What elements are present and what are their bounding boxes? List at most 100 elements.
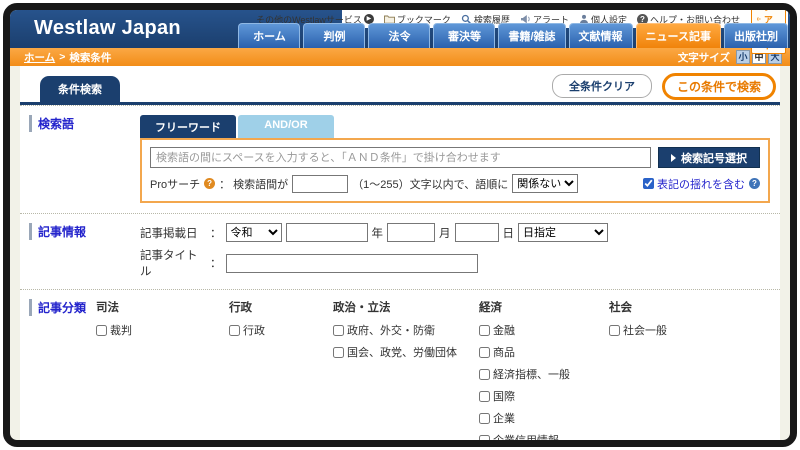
publish-date-label: 記事掲載日 [140,227,198,240]
clear-all-conditions-button[interactable]: 全条件クリア [551,74,652,98]
search-term-label: 検索語 [29,115,74,132]
content-panel: 条件検索 全条件クリア この条件で検索 検索語 フリーワード AND/OR 検索… [20,66,780,447]
category-checkbox[interactable] [333,324,344,336]
search-symbol-label: 検索記号選択 [681,152,747,165]
nav-tab-rulings[interactable]: 審決等 [433,23,496,48]
pro-search-help-icon[interactable] [204,178,216,189]
fluctuation-checkbox[interactable] [643,178,654,189]
category-item-label: 国際 [493,391,515,403]
month-suffix: 月 [439,227,451,240]
nav-tab-literature[interactable]: 文献情報 [568,23,633,48]
panel-toolbar: 条件検索 全条件クリア この条件で検索 [20,66,780,105]
nav-tab-home[interactable]: ホーム [238,23,301,48]
category-item-label: 金融 [493,325,515,337]
category-checkbox-item[interactable]: 政府、外交・防衛 [333,322,479,338]
colon: ： [210,258,222,270]
category-item-label: 政府、外交・防衛 [347,325,435,337]
era-select[interactable]: 令和 [225,223,282,242]
app-logo[interactable]: Westlaw Japan [34,17,181,40]
fluctuation-help-icon[interactable] [749,178,760,189]
year-suffix: 年 [371,227,384,240]
category-column-economy: 経済 金融 商品 経済指標、一般 国際 企業 企業信用情報 [479,299,609,447]
category-checkbox[interactable] [479,434,490,440]
category-column-society: 社会 社会一般 [609,299,729,440]
nav-tab-news-articles[interactable]: ニュース記事 [635,23,721,48]
category-column-politics: 政治・立法 政府、外交・防衛 国会、政党、労働団体 [333,299,479,440]
category-checkbox-item[interactable]: 商品 [479,344,609,360]
word-order-select[interactable]: 関係ない [512,174,579,193]
month-input[interactable] [387,223,435,242]
breadcrumb-home-link[interactable]: ホーム [24,50,55,65]
article-category-section: 記事分類 司法 裁判 行政 行政 政治・立法 政府、外交・防衛 国会、政党、労働… [20,289,780,447]
nav-tab-laws[interactable]: 法令 [368,23,431,48]
category-column-administration: 行政 行政 [229,299,333,440]
category-checkbox[interactable] [479,368,490,380]
tab-and-or[interactable]: AND/OR [238,115,334,138]
category-checkbox[interactable] [96,324,107,336]
year-input[interactable] [285,223,368,242]
colon: ： [210,227,222,240]
category-checkbox[interactable] [479,324,490,336]
category-item-label: 企業 [493,413,515,425]
day-suffix: 日 [502,227,515,240]
tab-freeword[interactable]: フリーワード [140,115,236,138]
category-checkbox-item[interactable]: 経済指標、一般 [479,366,609,382]
pro-search-tail-text: （1～255）文字以内で、語順に [352,178,509,191]
nav-tab-cases[interactable]: 判例 [303,23,366,48]
category-header: 社会 [609,302,632,314]
date-type-select[interactable]: 日指定 [518,223,608,242]
search-term-section: 検索語 フリーワード AND/OR 検索記号選択 P [20,105,780,213]
category-checkbox-item[interactable]: 国会、政党、労働団体 [333,344,479,360]
category-checkbox[interactable] [333,346,344,358]
day-input[interactable] [454,223,499,242]
article-title-label: 記事タイトル [140,250,198,278]
fluctuation-checkbox-label[interactable]: 表記の揺れを含む [643,176,745,192]
category-checkbox-item[interactable]: 金融 [479,322,609,338]
category-header: 政治・立法 [333,302,391,314]
article-title-input[interactable] [225,253,478,273]
condition-search-tab[interactable]: 条件検索 [40,76,120,102]
category-checkbox-item[interactable]: 国際 [479,388,609,404]
category-grid: 司法 裁判 行政 行政 政治・立法 政府、外交・防衛 国会、政党、労働団体 経済… [96,299,770,447]
category-checkbox-item[interactable]: 社会一般 [609,322,729,338]
font-size-small-button[interactable]: 小 [736,50,750,64]
triangle-right-icon [671,153,676,162]
article-category-label: 記事分類 [29,299,86,316]
category-header: 行政 [229,302,252,314]
category-checkbox-item[interactable]: 裁判 [96,322,229,338]
main-nav: ホーム 判例 法令 審決等 書籍/雑誌 文献情報 ニュース記事 出版社別 [238,23,788,48]
category-checkbox[interactable] [479,390,490,402]
category-item-label: 企業信用情報 [493,435,559,447]
category-item-label: 裁判 [110,325,132,337]
breadcrumb-separator: > [59,51,66,63]
article-info-section: 記事情報 記事掲載日 ： 令和 年 月 日 日指定 記事タイトル ： [20,213,780,289]
category-checkbox-item[interactable]: 行政 [229,322,333,338]
article-info-label: 記事情報 [29,223,86,240]
category-checkbox[interactable] [479,412,490,424]
category-checkbox-item[interactable]: 企業 [479,410,609,426]
section-label: 記事情報 [20,223,140,279]
section-label: 検索語 [20,115,140,203]
category-checkbox[interactable] [479,346,490,358]
search-with-conditions-button[interactable]: この条件で検索 [661,73,776,100]
category-checkbox-item[interactable]: 企業信用情報 [479,432,609,447]
category-header: 司法 [96,302,119,314]
browser-window: Westlaw Japan その他のWestlawサービス ブックマーク 検索履… [3,3,797,447]
nav-tab-publishers[interactable]: 出版社別 [724,23,788,48]
keyword-input[interactable] [150,147,651,168]
word-distance-input[interactable] [292,174,349,193]
pro-search-label: Proサーチ [150,178,201,191]
keyword-box: 検索記号選択 Proサーチ ： 検索語間が （1～255）文字以内で、語順に 関… [140,138,770,203]
nav-tab-books-magazines[interactable]: 書籍/雑誌 [498,23,566,48]
category-checkbox[interactable] [609,324,620,336]
category-item-label: 商品 [493,347,515,359]
breadcrumb-current: 検索条件 [69,51,112,64]
category-item-label: 経済指標、一般 [493,369,570,381]
category-item-label: 国会、政党、労働団体 [347,347,457,359]
category-header: 経済 [479,302,502,314]
breadcrumb-bar: ホーム > 検索条件 文字サイズ 小 中 大 [10,48,790,66]
font-size-label: 文字サイズ [677,51,730,64]
pro-search-mid-text: ： 検索語間が [219,178,289,191]
category-checkbox[interactable] [229,324,240,336]
search-symbol-select-button[interactable]: 検索記号選択 [658,147,760,168]
